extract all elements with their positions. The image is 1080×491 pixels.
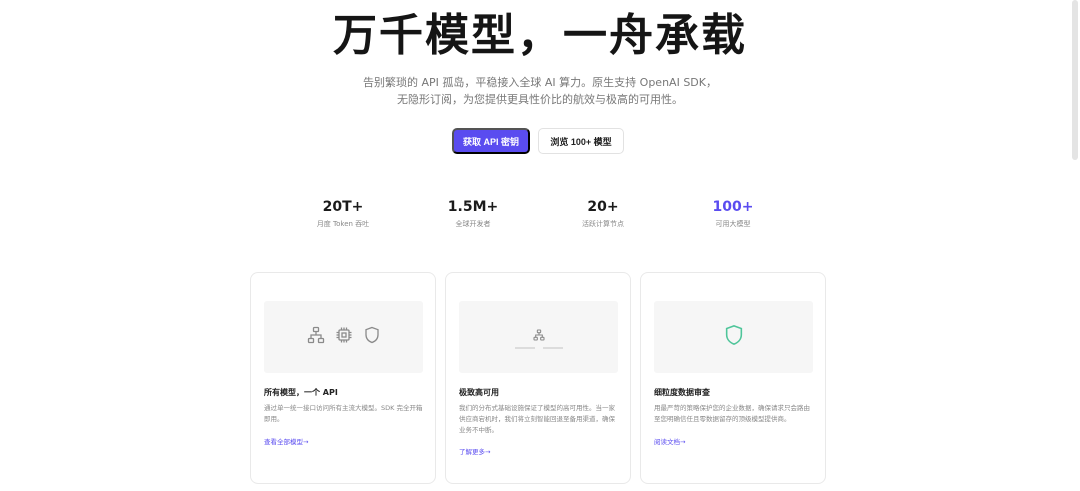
stat-models: 100+ 可用大模型 [673,198,793,229]
learn-more-link[interactable]: 了解更多→ [459,446,490,456]
stat-label: 可用大模型 [715,220,751,228]
card-title: 极致高可用 [459,388,499,397]
hero-subtitle-line-1: 告别繁琐的 API 孤岛，平稳接入全球 AI 算力。原生支持 OpenAI SD… [363,76,717,89]
connection-line-left [514,346,535,349]
stat-label: 活跃计算节点 [582,220,624,228]
stat-value: 100+ [712,199,754,215]
page: 万千模型，一舟承载 告别繁琐的 API 孤岛，平稳接入全球 AI 算力。原生支持… [0,0,1080,491]
card-illustration [459,301,618,373]
card-description: 我们的分布式基础设施保证了模型的高可用性。当一家供应商宕机时，我们将立刻智能回退… [459,404,615,434]
failover-diagram [511,326,567,349]
read-docs-link[interactable]: 阅读文档→ [654,436,685,446]
hero-subtitle-line-2: 无隐形订阅，为您提供更具性价比的航效与极高的可用性。 [397,93,683,106]
network-icon [532,326,545,345]
connection-line-right [542,346,563,349]
card-illustration [654,301,813,373]
stat-developers: 1.5M+ 全球开发者 [413,198,533,229]
feature-card-high-availability: 极致高可用 我们的分布式基础设施保证了模型的高可用性。当一家供应商宕机时，我们将… [445,272,631,484]
network-icon [307,326,325,348]
connection-lines [511,346,567,349]
get-api-key-button[interactable]: 获取 API 密钥 [452,128,530,154]
card-title: 所有模型，一个 API [264,388,338,397]
stat-label: 月度 Token 吞吐 [316,220,370,228]
stat-value: 20+ [587,199,619,215]
feature-card-unified-api: 所有模型，一个 API 通过单一统一接口访问所有主流大模型。SDK 完全开箱即用… [250,272,436,484]
feature-card-data-review: 细粒度数据审查 用最严苛的策略保护您的企业数据，确保请求只会路由至您明确信任且零… [640,272,826,484]
browse-models-button[interactable]: 浏览 100+ 模型 [538,128,624,154]
stat-value: 1.5M+ [447,199,499,215]
hero-subtitle: 告别繁琐的 API 孤岛，平稳接入全球 AI 算力。原生支持 OpenAI SD… [0,74,1080,108]
card-title: 细粒度数据审查 [654,388,710,397]
card-description: 用最严苛的策略保护您的企业数据，确保请求只会路由至您明确信任且零数据留存的顶级模… [654,404,810,423]
card-description: 通过单一统一接口访问所有主流大模型。SDK 完全开箱即用。 [264,404,423,423]
stat-label: 全球开发者 [455,220,491,228]
shield-icon [723,324,745,350]
shield-icon [363,326,381,348]
stat-value: 20T+ [322,199,364,215]
stat-compute-nodes: 20+ 活跃计算节点 [543,198,663,229]
stat-token-throughput: 20T+ 月度 Token 吞吐 [283,198,403,229]
chip-icon [335,326,353,348]
card-illustration [264,301,423,373]
stats-row: 20T+ 月度 Token 吞吐 1.5M+ 全球开发者 20+ 活跃计算节点 … [0,198,1080,238]
view-all-models-link[interactable]: 查看全部模型→ [264,436,308,446]
hero-title: 万千模型，一舟承载 [333,10,747,61]
